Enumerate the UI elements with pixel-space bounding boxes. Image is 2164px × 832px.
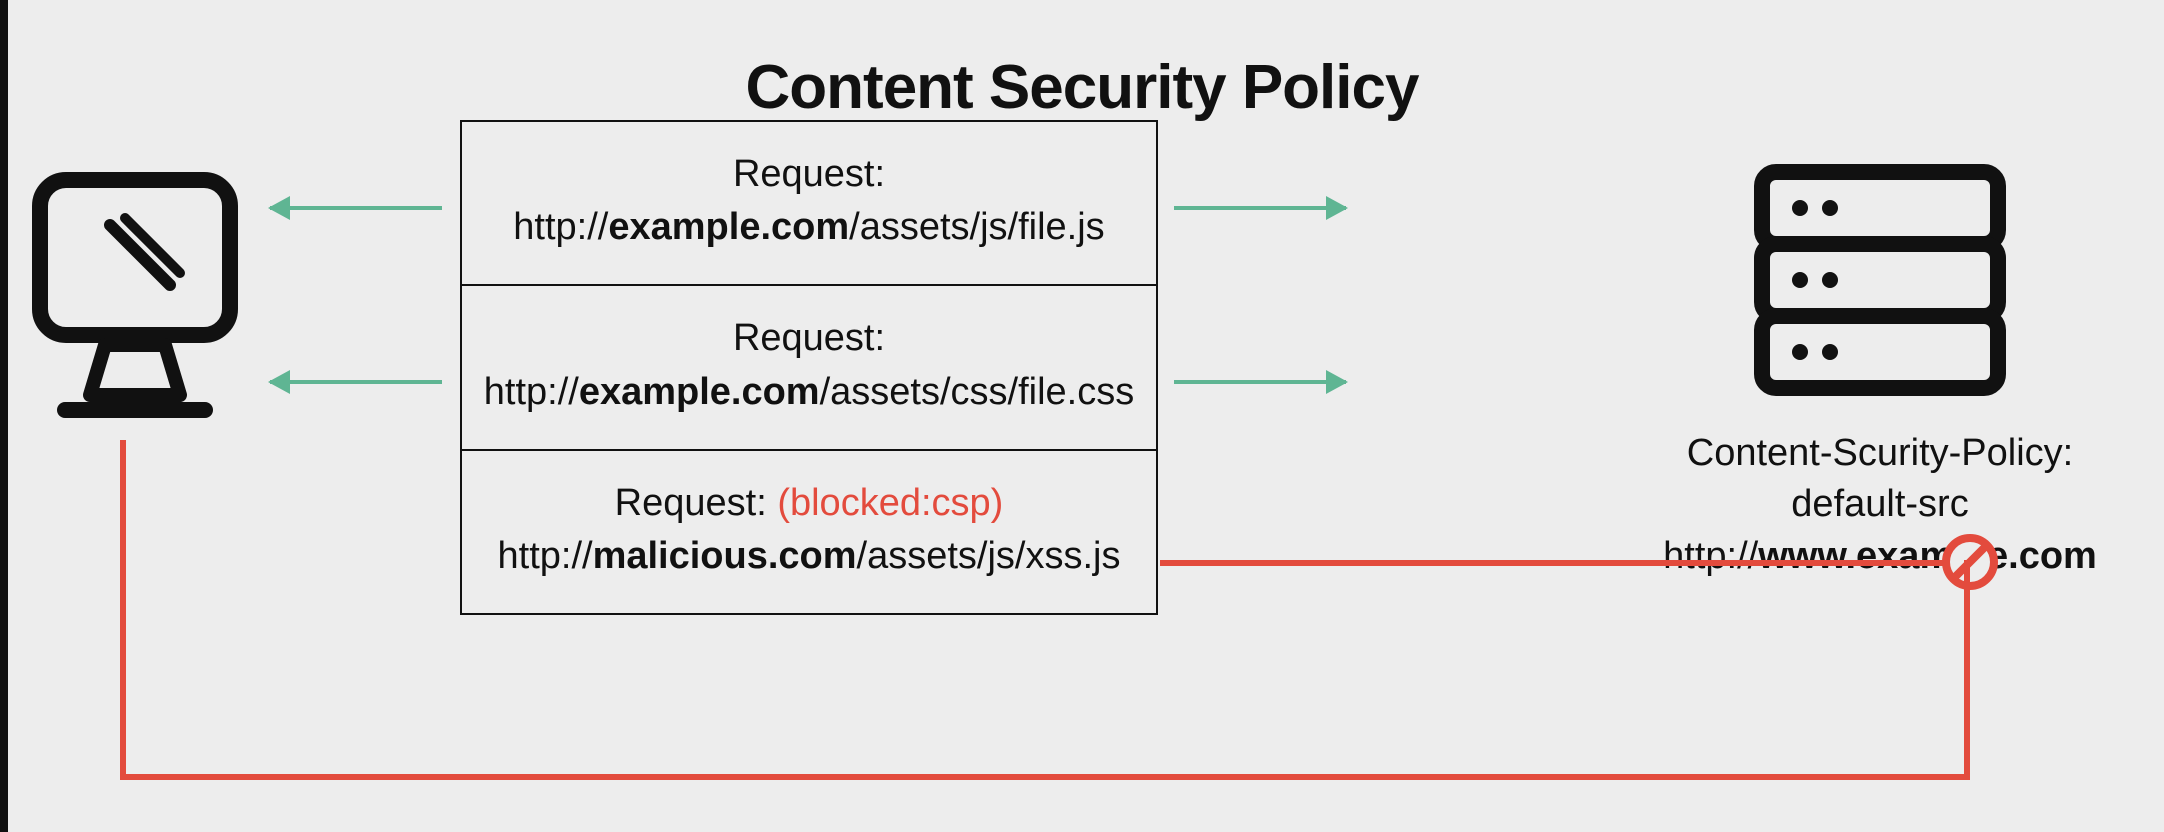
client-monitor-icon xyxy=(30,170,240,430)
csp-header-value: default-src http://www.example.com xyxy=(1610,479,2150,582)
blocked-no-entry-icon xyxy=(1942,534,1998,590)
blocked-path-seg-up-l xyxy=(120,440,126,780)
left-edge-bar xyxy=(0,0,8,832)
blocked-path-seg-right xyxy=(1160,560,1970,566)
server-caption: Content-Scurity-Policy: default-src http… xyxy=(1610,428,2150,582)
server-rack-icon xyxy=(1750,160,2010,410)
csp-header-name: Content-Scurity-Policy: xyxy=(1610,428,2150,479)
arrow-allowed-to-client-2 xyxy=(270,380,442,384)
request-list: Request: http://example.com/assets/js/fi… xyxy=(460,120,1158,615)
blocked-path-seg-bottom xyxy=(120,774,1970,780)
arrow-allowed-to-server-2 xyxy=(1174,380,1346,384)
server-node: Content-Scurity-Policy: default-src http… xyxy=(1610,160,2150,582)
diagram-title: Content Security Policy xyxy=(0,52,2164,123)
arrow-allowed-to-server-1 xyxy=(1174,206,1346,210)
request-box-css: Request: http://example.com/assets/css/f… xyxy=(460,286,1158,450)
request-box-blocked: Request: (blocked:csp) http://malicious.… xyxy=(460,451,1158,615)
request-box-js: Request: http://example.com/assets/js/fi… xyxy=(460,120,1158,286)
arrow-allowed-to-client-1 xyxy=(270,206,442,210)
blocked-path-seg-down-r xyxy=(1964,560,1970,780)
